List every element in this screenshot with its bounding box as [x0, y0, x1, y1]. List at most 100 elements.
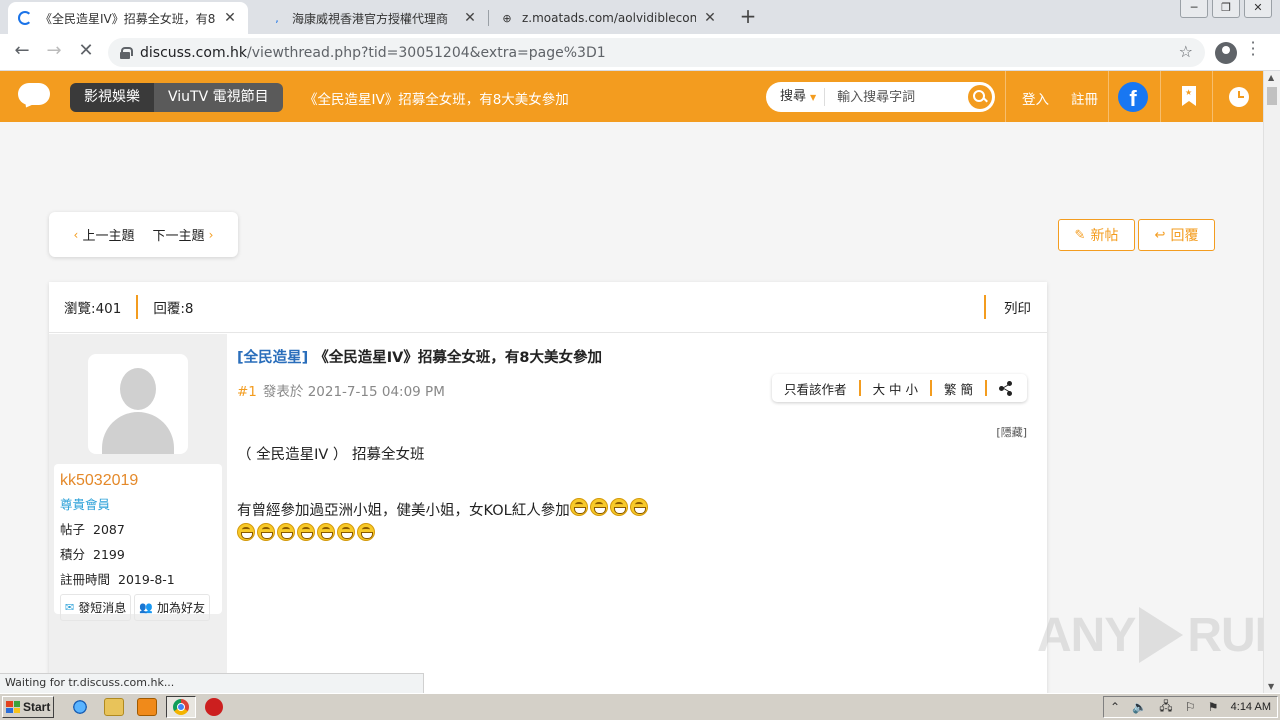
prev-thread-link[interactable]: 上一主題 [82, 225, 134, 244]
friends-icon: 👥 [139, 601, 153, 614]
grin-emoji-icon [629, 498, 648, 516]
tab-close-icon[interactable]: ✕ [702, 10, 718, 26]
browser-menu-icon[interactable]: · · · [1248, 35, 1258, 63]
share-icon[interactable] [999, 381, 1013, 396]
only-author-button[interactable]: 只看該作者 [772, 379, 859, 398]
loading-spinner-icon [18, 11, 32, 25]
lock-icon [120, 46, 133, 59]
category-entertainment[interactable]: 影視娛樂 [70, 83, 154, 112]
user-actions: ✉ 發短消息 👥 加為好友 [60, 594, 216, 621]
thread-stats-bar: 瀏覽:401 回覆:8 列印 [49, 282, 1047, 333]
emoji-row [569, 498, 650, 520]
grin-emoji-icon [569, 498, 588, 516]
post-meta: #1 發表於 2021-7-15 04:09 PM [237, 380, 445, 400]
tray-expand-icon[interactable]: ⌃ [1110, 700, 1120, 714]
pencil-icon: ✎ [1074, 227, 1086, 243]
font-size-toggle[interactable]: 大 中 小 [861, 379, 930, 398]
emoji-row [237, 523, 377, 541]
charset-toggle[interactable]: 繁 簡 [932, 379, 985, 398]
window-controls: ─ ❐ ✕ [1176, 0, 1272, 18]
facebook-icon[interactable]: f [1118, 82, 1148, 112]
new-post-button[interactable]: ✎ 新帖 [1058, 219, 1135, 251]
user-card: kk5032019 尊貴會員 帖子 2087 積分 2199 註冊時間 2019-8-… [54, 464, 222, 621]
chat-bubble-logo-icon[interactable] [18, 83, 52, 111]
tab-close-icon[interactable]: ✕ [222, 10, 238, 26]
network-icon[interactable]: 🖧 [1159, 697, 1172, 718]
post-text-line: 有曾經參加過亞洲小姐，健美小姐，女KOL紅人參加 [237, 498, 650, 520]
register-link[interactable]: 註冊 [1071, 88, 1098, 108]
chrome-taskbar-button[interactable] [166, 696, 196, 718]
tab-divider [488, 10, 489, 26]
folder-icon[interactable] [104, 698, 124, 716]
tab-close-icon[interactable]: ✕ [462, 10, 478, 26]
next-thread-link[interactable]: 下一主題 [153, 225, 205, 244]
tab-title: 《全民造星IV》招募全女班，有8大美 [40, 11, 216, 26]
post-text-line: （ 全民造星IV ） 招募全女班 [237, 447, 425, 463]
security-shield-icon[interactable]: ⚐ [1185, 700, 1196, 714]
grin-emoji-icon [589, 498, 608, 516]
grin-emoji-icon [237, 523, 255, 541]
page-viewport: 影視娛樂 ViuTV 電視節目 《全民造星IV》招募全女班，有8大美女參加 搜尋… [0, 71, 1263, 693]
browser-tab-active[interactable]: 《全民造星IV》招募全女班，有8大美 ✕ [8, 2, 248, 34]
scroll-up-arrow-icon[interactable]: ▲ [1268, 73, 1274, 82]
browser-tab[interactable]: , 海康威視香港官方授權代理商 ✕ [260, 2, 488, 34]
restore-button[interactable]: ❐ [1212, 0, 1240, 18]
action-center-flag-icon[interactable]: ⚑ [1208, 700, 1219, 714]
history-clock-icon[interactable] [1229, 87, 1249, 107]
user-points: 積分 2199 [60, 547, 125, 562]
search-type-dropdown[interactable]: 搜尋 ▼ [766, 88, 826, 106]
views-stat: 瀏覽:401 [64, 301, 122, 317]
grin-emoji-icon [357, 523, 375, 541]
chevron-left-icon: ‹ [73, 227, 79, 242]
browser-toolbar: ← → ✕ discuss.com.hk/viewthread.php?tid=… [0, 34, 1280, 71]
internet-explorer-icon[interactable] [70, 698, 90, 716]
hide-post-link[interactable]: [隱藏] [996, 424, 1027, 440]
page-scrollbar[interactable]: ▲ ▼ [1263, 71, 1280, 693]
scroll-thumb[interactable] [1267, 87, 1277, 105]
username-link[interactable]: kk5032019 [60, 472, 216, 490]
address-bar[interactable]: discuss.com.hk/viewthread.php?tid=300512… [108, 38, 1205, 67]
bookmark-star-icon[interactable]: ☆ [1179, 42, 1193, 61]
back-button[interactable]: ← [10, 40, 34, 64]
profile-avatar-icon[interactable] [1215, 42, 1237, 64]
add-friend-button[interactable]: 👥 加為好友 [134, 594, 210, 621]
search-icon[interactable] [968, 85, 992, 109]
new-tab-button[interactable]: + [738, 6, 758, 28]
category-viutv[interactable]: ViuTV 電視節目 [154, 83, 283, 112]
bookmark-icon[interactable]: ★ [1182, 86, 1196, 106]
minimize-button[interactable]: ─ [1180, 0, 1208, 18]
system-tray: ⌃ 🔈 🖧 ⚐ ⚑ 4:14 AM [1103, 696, 1278, 718]
browser-tab[interactable]: ⊕ z.moatads.com/aolvidiblecontent85 ✕ [490, 2, 728, 34]
alert-icon[interactable] [205, 698, 223, 716]
search-input[interactable] [825, 89, 956, 105]
print-link[interactable]: 列印 [986, 297, 1047, 317]
close-window-button[interactable]: ✕ [1244, 0, 1272, 18]
chevron-right-icon: › [208, 227, 214, 242]
user-joined: 註冊時間 2019-8-1 [60, 572, 175, 587]
send-message-button[interactable]: ✉ 發短消息 [60, 594, 132, 621]
media-player-icon[interactable] [137, 698, 157, 716]
caret-down-icon: ▼ [810, 93, 817, 102]
volume-icon[interactable]: 🔈 [1132, 700, 1147, 714]
post-tools: 只看該作者 大 中 小 繁 簡 [772, 374, 1027, 402]
header-divider [1108, 71, 1109, 122]
grin-emoji-icon [337, 523, 355, 541]
stop-loading-button[interactable]: ✕ [74, 40, 98, 64]
tray-clock: 4:14 AM [1230, 701, 1271, 713]
thread-navigation: ‹ 上一主題 下一主題 › [49, 212, 238, 257]
globe-icon: ⊕ [502, 11, 512, 25]
post-body: [全民造星] 《全民造星IV》招募全女班，有8大美女參加 #1 發表於 2021-7… [237, 334, 1037, 693]
login-link[interactable]: 登入 [1022, 88, 1049, 108]
post-floor-link[interactable]: #1 [237, 384, 257, 400]
site-favicon-icon: , [275, 11, 279, 25]
browser-tab-strip: 《全民造星IV》招募全女班，有8大美 ✕ , 海康威視香港官方授權代理商 ✕ ⊕… [0, 0, 1280, 34]
tab-title: z.moatads.com/aolvidiblecontent85 [522, 11, 696, 25]
anyrun-watermark-logo: ANYRUN [1037, 607, 1263, 663]
windows-flag-icon [6, 701, 20, 713]
avatar[interactable] [88, 354, 188, 454]
start-button[interactable]: Start [2, 696, 54, 718]
post-category-tag[interactable]: [全民造星] [237, 350, 308, 366]
forward-button[interactable]: → [42, 40, 66, 64]
reply-button[interactable]: ↩ 回覆 [1138, 219, 1215, 251]
scroll-down-arrow-icon[interactable]: ▼ [1268, 682, 1274, 691]
